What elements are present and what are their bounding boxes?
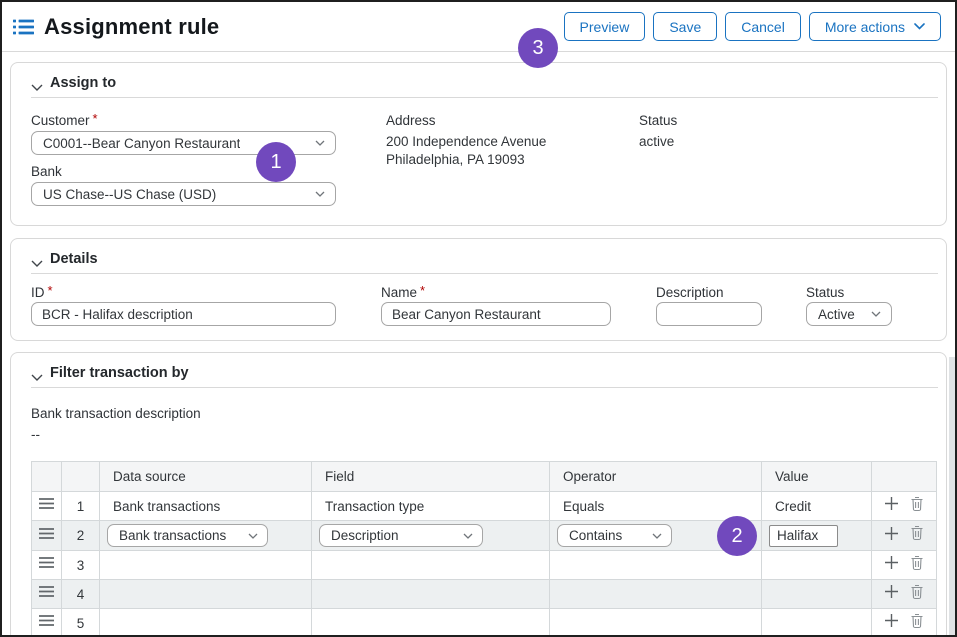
address-line1: 200 Independence Avenue	[386, 134, 546, 149]
name-input[interactable]	[381, 302, 611, 326]
name-label: Name*	[381, 285, 425, 300]
details-status-select[interactable]: Active	[806, 302, 892, 326]
preview-button[interactable]: Preview	[564, 12, 646, 41]
table-row-4: 4	[32, 580, 937, 609]
col-data-source: Data source	[100, 462, 312, 492]
id-input[interactable]	[31, 302, 336, 326]
step-badge-2: 2	[717, 516, 757, 556]
table-row-1: 1 Bank transactions Transaction type Equ…	[32, 492, 937, 521]
header-actions: Preview Save Cancel More actions	[564, 12, 941, 41]
required-asterisk: *	[48, 283, 53, 298]
add-row-icon[interactable]	[884, 526, 899, 546]
filter-section: Filter transaction by Bank transaction d…	[10, 352, 947, 637]
row-data-source-select[interactable]: Bank transactions	[107, 524, 268, 547]
add-row-icon[interactable]	[884, 555, 899, 575]
bank-select[interactable]: US Chase--US Chase (USD)	[31, 182, 336, 206]
cell-field: Transaction type	[312, 492, 550, 521]
collapse-chevron-icon	[31, 254, 43, 272]
page-title: Assignment rule	[44, 14, 219, 40]
delete-row-icon[interactable]	[910, 525, 924, 546]
required-asterisk: *	[420, 283, 425, 298]
row-number: 3	[62, 551, 100, 580]
section-title: Assign to	[50, 75, 116, 91]
chevron-down-icon	[315, 191, 325, 197]
drag-handle-icon[interactable]	[38, 497, 55, 514]
assignment-rule-page: Assignment rule Preview Save Cancel More…	[0, 0, 957, 637]
save-button[interactable]: Save	[653, 12, 717, 41]
cell-data-source: Bank transactions	[100, 492, 312, 521]
drag-handle-icon[interactable]	[38, 585, 55, 602]
details-header[interactable]: Details	[31, 251, 938, 274]
col-value: Value	[762, 462, 872, 492]
status-label: Status	[639, 113, 677, 128]
add-row-icon[interactable]	[884, 613, 899, 633]
col-operator: Operator	[550, 462, 762, 492]
chevron-down-icon	[463, 533, 473, 539]
status-value: active	[639, 134, 674, 149]
section-title: Details	[50, 251, 98, 267]
delete-row-icon[interactable]	[910, 496, 924, 517]
row-value-input[interactable]	[769, 525, 838, 547]
chevron-down-icon	[248, 533, 258, 539]
chevron-down-icon	[871, 311, 881, 317]
details-section: Details ID* Name* Description Status Act…	[10, 238, 947, 341]
details-status-label: Status	[806, 285, 844, 300]
cell-value: Credit	[762, 492, 872, 521]
required-asterisk: *	[93, 111, 98, 126]
address-line2: Philadelphia, PA 19093	[386, 152, 525, 167]
more-actions-button[interactable]: More actions	[809, 12, 941, 41]
description-label: Description	[656, 285, 724, 300]
table-row-2: 2 Bank transactions Description Contains	[32, 521, 937, 551]
description-input[interactable]	[656, 302, 762, 326]
table-row-3: 3	[32, 551, 937, 580]
collapse-chevron-icon	[31, 368, 43, 386]
delete-row-icon[interactable]	[910, 613, 924, 634]
step-badge-1: 1	[256, 142, 296, 182]
scrollbar[interactable]	[949, 357, 955, 635]
chevron-down-icon	[315, 140, 325, 146]
drag-handle-icon[interactable]	[38, 556, 55, 573]
row-number: 4	[62, 580, 100, 609]
table-row-5: 5	[32, 609, 937, 637]
col-field: Field	[312, 462, 550, 492]
collapse-chevron-icon	[31, 78, 43, 96]
row-field-select[interactable]: Description	[319, 524, 483, 547]
chevron-down-icon	[914, 23, 925, 30]
row-operator-select[interactable]: Contains	[557, 524, 672, 547]
row-number: 5	[62, 609, 100, 637]
assign-to-header[interactable]: Assign to	[31, 75, 938, 98]
add-row-icon[interactable]	[884, 496, 899, 516]
filter-table: Data source Field Operator Value 1 Bank …	[31, 461, 937, 637]
add-row-icon[interactable]	[884, 584, 899, 604]
section-title: Filter transaction by	[50, 365, 189, 381]
drag-handle-icon[interactable]	[38, 527, 55, 544]
chevron-down-icon	[652, 533, 662, 539]
page-header: Assignment rule Preview Save Cancel More…	[2, 2, 955, 52]
filter-header[interactable]: Filter transaction by	[31, 365, 938, 388]
address-label: Address	[386, 113, 436, 128]
row-number: 2	[62, 521, 100, 551]
delete-row-icon[interactable]	[910, 584, 924, 605]
filter-subtitle-value: --	[31, 427, 40, 442]
cancel-button[interactable]: Cancel	[725, 12, 801, 41]
customer-label: Customer*	[31, 113, 98, 128]
drag-handle-icon[interactable]	[38, 614, 55, 631]
row-number: 1	[62, 492, 100, 521]
bank-label: Bank	[31, 164, 62, 179]
id-label: ID*	[31, 285, 53, 300]
delete-row-icon[interactable]	[910, 555, 924, 576]
assign-to-section: Assign to Customer* C0001--Bear Canyon R…	[10, 62, 947, 226]
filter-table-header-row: Data source Field Operator Value	[32, 462, 937, 492]
list-icon[interactable]	[13, 19, 34, 35]
filter-subtitle: Bank transaction description	[31, 406, 201, 421]
step-badge-3: 3	[518, 28, 558, 68]
